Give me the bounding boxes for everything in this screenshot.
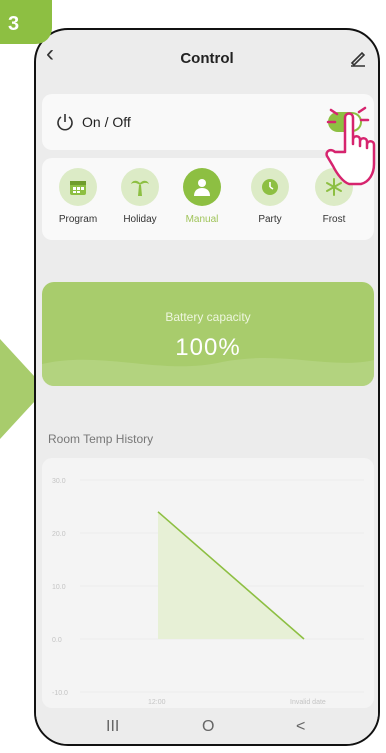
step-number: 3 <box>8 13 20 35</box>
page-title: Control <box>180 50 234 67</box>
chart-svg: 30.0 20.0 10.0 0.0 -10.0 12:00 Invalid date <box>52 478 364 706</box>
recent-apps-icon[interactable]: III <box>106 718 119 736</box>
palm-tree-icon <box>131 180 149 196</box>
mode-label: Party <box>258 214 282 225</box>
edit-icon[interactable] <box>348 48 368 68</box>
mode-label: Frost <box>322 214 346 225</box>
mode-label: Program <box>58 214 98 225</box>
x-tick-label: Invalid date <box>290 699 326 706</box>
x-tick-label: 12:00 <box>148 699 166 706</box>
mode-holiday[interactable]: Holiday <box>110 168 170 225</box>
battery-card: Battery capacity 100% <box>42 282 374 386</box>
back-nav-icon[interactable]: < <box>296 718 305 736</box>
temp-history-chart: 30.0 20.0 10.0 0.0 -10.0 12:00 Invalid date <box>42 458 374 708</box>
mode-party[interactable]: Party <box>240 168 300 225</box>
home-icon[interactable]: O <box>202 718 214 736</box>
person-icon <box>194 179 210 196</box>
pointing-hand-icon <box>325 106 376 186</box>
battery-value: 100% <box>175 334 241 361</box>
android-nav-bar: III O < <box>36 710 378 744</box>
power-label: On / Off <box>82 114 131 130</box>
y-tick-label: 10.0 <box>52 584 66 591</box>
calendar-icon <box>70 181 86 195</box>
y-tick-label: 30.0 <box>52 478 66 485</box>
clock-icon <box>262 179 278 195</box>
mode-program[interactable]: Program <box>48 168 108 225</box>
y-tick-label: 0.0 <box>52 637 62 644</box>
top-bar: ‹ Control <box>36 30 378 86</box>
step-badge: 3 <box>0 0 52 44</box>
mode-label: Holiday <box>123 214 157 225</box>
power-icon <box>57 114 73 131</box>
mode-manual[interactable]: Manual <box>172 168 232 225</box>
mode-label: Manual <box>185 214 219 225</box>
y-tick-label: -10.0 <box>52 690 68 697</box>
history-title: Room Temp History <box>48 432 154 446</box>
y-tick-label: 20.0 <box>52 531 66 538</box>
battery-title: Battery capacity <box>165 310 251 324</box>
